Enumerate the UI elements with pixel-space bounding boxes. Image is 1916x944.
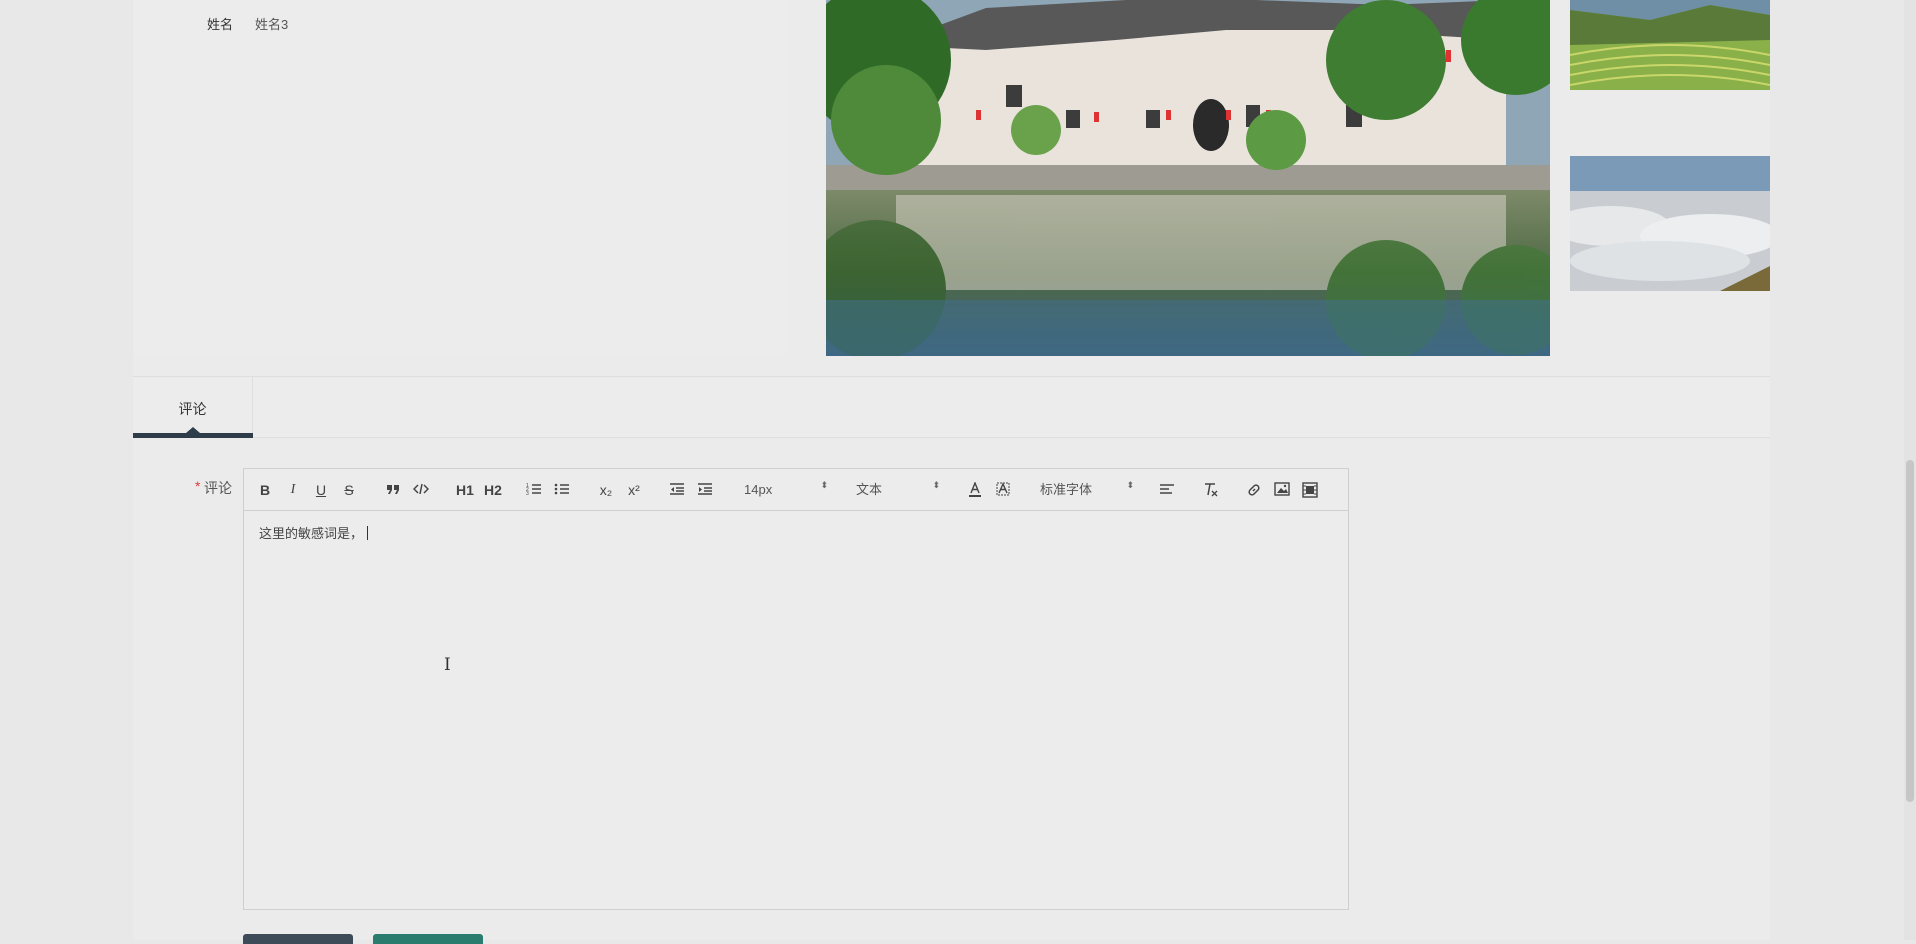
- mouse-cursor-ibeam-icon: I: [444, 655, 451, 675]
- link-icon: [1248, 484, 1260, 496]
- subscript-button[interactable]: x₂: [596, 480, 616, 500]
- h1-button[interactable]: H1: [454, 480, 476, 500]
- clear-format-button[interactable]: [1201, 480, 1221, 500]
- underline-button[interactable]: U: [312, 480, 330, 500]
- rich-text-editor: B I U S H1 H2 123 x₂ x² 14px ⬍ 文本 ⬍ 标准字体…: [243, 468, 1349, 910]
- submit-button[interactable]: [243, 934, 353, 944]
- code-icon: [413, 483, 429, 495]
- blockquote-button[interactable]: [383, 480, 403, 500]
- main-image[interactable]: [826, 0, 1550, 356]
- h2-button[interactable]: H2: [482, 480, 504, 500]
- thumbnail-clouds[interactable]: [1570, 156, 1770, 291]
- outdent-button[interactable]: [667, 480, 687, 500]
- header-value: 文本: [856, 482, 883, 497]
- superscript-button[interactable]: x²: [624, 480, 644, 500]
- font-color-icon: [969, 482, 981, 497]
- name-label: 姓名: [207, 17, 234, 32]
- thumbnail-terraces[interactable]: [1570, 0, 1770, 90]
- indent-button[interactable]: [695, 480, 715, 500]
- detail-info-block: [133, 0, 788, 355]
- editor-content[interactable]: 这里的敏感词是，: [259, 523, 369, 542]
- select-arrow-icon: ⬍: [1126, 480, 1134, 490]
- tab-comments-label: 评论: [178, 401, 207, 417]
- video-icon: [1302, 482, 1318, 498]
- select-arrow-icon: ⬍: [820, 480, 828, 490]
- italic-button[interactable]: I: [284, 480, 302, 500]
- comment-label: 评论: [204, 480, 232, 496]
- editor-toolbar: B I U S H1 H2 123 x₂ x² 14px ⬍ 文本 ⬍ 标准字体…: [244, 469, 1348, 511]
- font-size-value: 14px: [744, 482, 773, 497]
- comment-text: 这里的敏感词是，: [259, 526, 364, 541]
- text-cursor: [367, 526, 369, 540]
- background-color-icon: [996, 482, 1010, 496]
- code-block-button[interactable]: [411, 480, 431, 500]
- ordered-list-button[interactable]: 123: [524, 480, 544, 500]
- bold-button[interactable]: B: [256, 480, 274, 500]
- link-button[interactable]: [1244, 480, 1264, 500]
- image-icon: [1274, 482, 1290, 496]
- outdent-icon: [670, 483, 684, 495]
- align-left-icon: [1160, 484, 1174, 494]
- font-size-select[interactable]: 14px ⬍: [744, 480, 828, 500]
- font-family-select[interactable]: 标准字体 ⬍: [1040, 480, 1134, 500]
- tab-bar: 评论: [133, 376, 1770, 438]
- clear-format-icon: [1205, 483, 1218, 497]
- tab-active-indicator: [133, 433, 253, 438]
- ordered-list-icon: 123: [526, 483, 541, 496]
- align-button[interactable]: [1157, 480, 1177, 500]
- strike-button[interactable]: S: [340, 480, 358, 500]
- video-button[interactable]: [1300, 480, 1320, 500]
- indent-icon: [698, 483, 712, 495]
- font-family-value: 标准字体: [1040, 482, 1093, 497]
- bullet-list-button[interactable]: [552, 480, 572, 500]
- svg-text:3: 3: [526, 491, 529, 496]
- secondary-button[interactable]: [373, 934, 483, 944]
- bullet-list-icon: [554, 483, 569, 495]
- select-arrow-icon: ⬍: [932, 480, 940, 490]
- required-mark: *: [195, 478, 201, 494]
- background-color-button[interactable]: [993, 480, 1013, 500]
- scrollbar-thumb[interactable]: [1906, 460, 1914, 802]
- page-scrollbar[interactable]: [1904, 0, 1916, 940]
- font-color-button[interactable]: [965, 480, 985, 500]
- image-button[interactable]: [1272, 480, 1292, 500]
- tab-comments[interactable]: 评论: [133, 377, 253, 438]
- quote-icon: [387, 485, 399, 494]
- header-select[interactable]: 文本 ⬍: [856, 480, 940, 500]
- name-value: 姓名3: [255, 17, 289, 32]
